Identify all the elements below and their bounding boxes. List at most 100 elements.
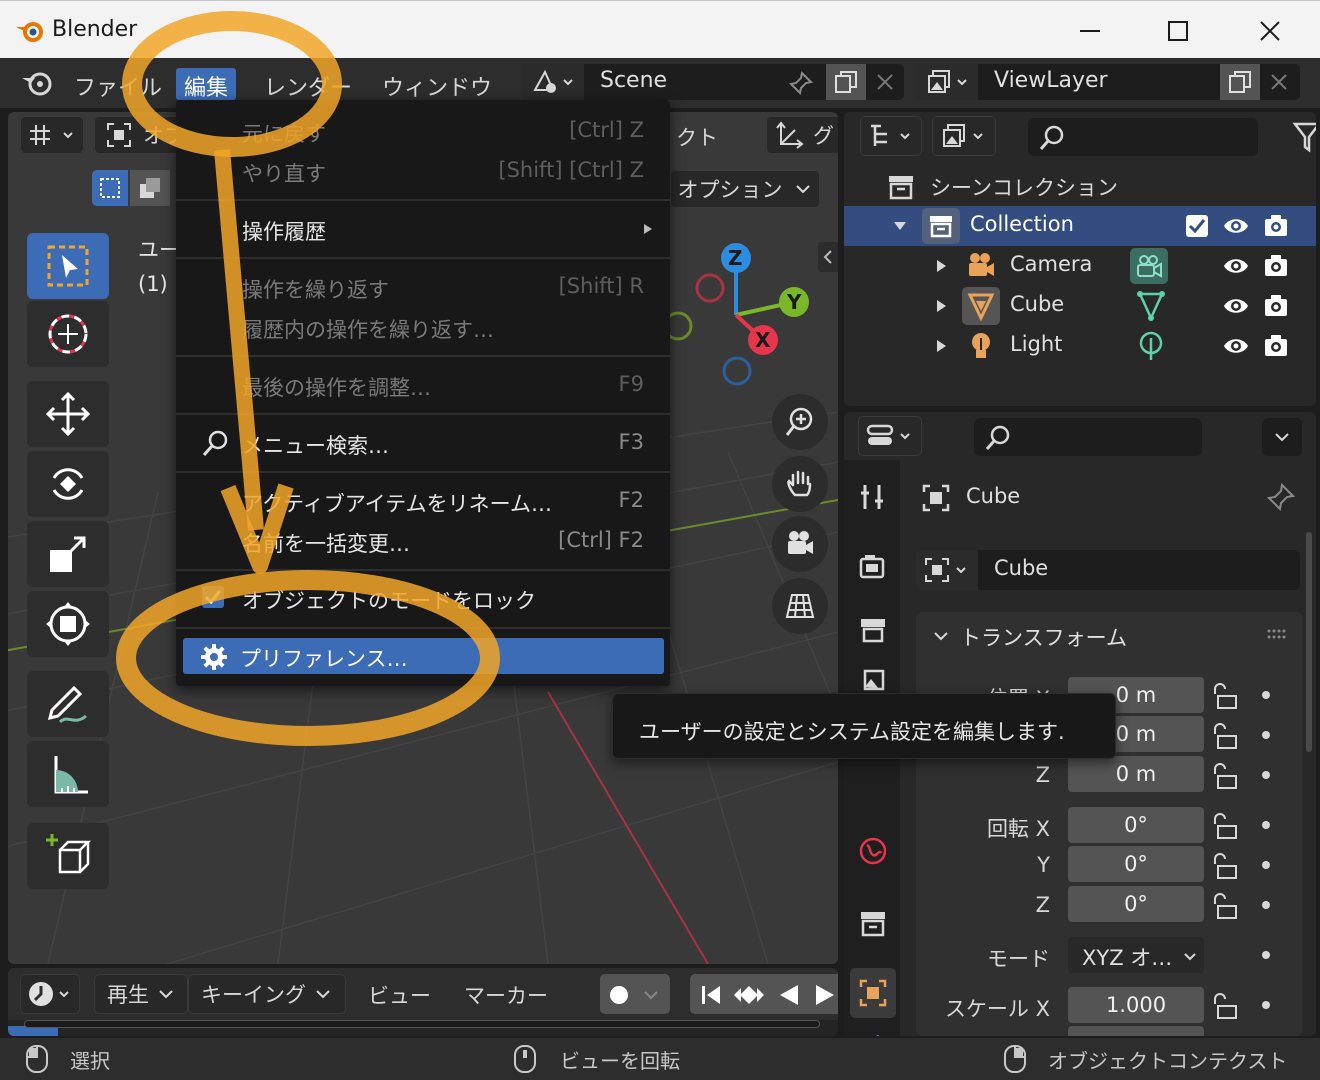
keyframe-dot[interactable] [1262,731,1270,739]
view-layer-browse-button[interactable] [916,64,978,100]
view-layer-selector[interactable]: ViewLayer [916,64,1300,100]
tab-modifiers[interactable] [850,1022,896,1036]
timeline-scrubber[interactable] [8,1020,838,1036]
timeline-view-menu[interactable]: ビュー [368,980,431,1010]
select-mode-extend-button[interactable] [130,170,170,206]
menu-item-redo[interactable]: やり直す [Shift] [Ctrl] Z [176,150,670,190]
header-menu-object-fragment[interactable]: クト [676,122,718,152]
expand-down-icon[interactable] [892,218,908,234]
menu-window[interactable]: ウィンドウ [374,68,500,101]
keyframe-dot[interactable] [1262,861,1270,869]
options-dropdown[interactable]: オプション [670,170,820,208]
transform-panel-header[interactable]: トランスフォーム [916,612,1302,658]
expand-right-icon[interactable] [934,258,948,274]
tool-transform[interactable] [27,591,109,657]
sidebar-toggle[interactable] [818,242,838,272]
menu-item-rename-active[interactable]: アクティブアイテムをリネーム… F2 [176,480,670,520]
camera-view-button[interactable] [772,516,828,572]
scale-x-field[interactable]: 1.000 [1068,987,1204,1023]
tool-select-box[interactable] [27,233,109,299]
new-scene-button[interactable] [826,64,866,100]
render-camera-icon[interactable] [1262,252,1290,280]
expand-right-icon[interactable] [934,298,948,314]
pin-icon[interactable] [788,70,814,96]
tool-scale[interactable] [27,521,109,587]
keyframe-dot[interactable] [1262,691,1270,699]
tool-measure[interactable] [27,741,109,807]
properties-scrollbar[interactable] [1306,532,1312,752]
minimize-button[interactable] [1060,9,1120,53]
tool-annotate[interactable] [27,671,109,737]
new-view-layer-button[interactable] [1220,64,1260,100]
display-mode-dropdown[interactable] [932,116,996,156]
drag-handle-icon[interactable] [1266,628,1288,640]
timeline-marker-menu[interactable]: マーカー [464,980,548,1010]
eye-icon[interactable] [1222,214,1250,238]
lock-icon[interactable] [1212,722,1240,750]
menu-item-preferences[interactable]: プリファレンス… [183,638,664,674]
jump-keyframe-icon[interactable] [732,982,766,1008]
play-icon[interactable] [812,982,838,1008]
delete-scene-icon[interactable] [876,73,894,91]
render-camera-icon[interactable] [1262,212,1290,240]
menu-render[interactable]: レンダー [256,68,360,101]
playback-dropdown[interactable]: 再生 [94,974,188,1014]
blender-menu-icon[interactable] [20,68,54,98]
tab-output[interactable] [850,604,896,654]
scale-y-field-partial[interactable] [1068,1026,1204,1036]
tool-add-cube[interactable] [27,823,109,889]
menu-item-undo-history[interactable]: 操作履歴 [176,208,670,248]
lock-icon[interactable] [1212,812,1240,840]
location-z-field[interactable]: 0 m [1068,756,1204,792]
properties-options-dropdown[interactable] [1262,418,1302,456]
menu-item-batch-rename[interactable]: 名前を一括変更… [Ctrl] F2 [176,520,670,560]
menu-item-menu-search[interactable]: メニュー検索… F3 [176,422,670,462]
editor-type-button[interactable] [20,116,84,154]
light-data-icon[interactable] [1136,330,1166,362]
properties-editor-type[interactable] [858,416,922,456]
auto-keying-toggle[interactable] [600,974,670,1014]
lock-modes-checkbox[interactable] [202,586,224,608]
rotation-x-field[interactable]: 0° [1068,807,1204,843]
lock-icon[interactable] [1212,892,1240,920]
mesh-data-icon[interactable] [1136,290,1166,322]
properties-search-input[interactable] [974,418,1202,456]
zoom-button[interactable] [772,394,828,450]
outliner-search-input[interactable] [1028,118,1258,156]
keyframe-dot[interactable] [1262,821,1270,829]
eye-icon[interactable] [1222,334,1250,358]
delete-view-layer-icon[interactable] [1270,73,1288,91]
outliner-row-collection[interactable]: Collection [844,206,1316,246]
lock-icon[interactable] [1212,682,1240,710]
tab-collection[interactable] [850,898,896,948]
keying-dropdown[interactable]: キーイング [188,974,346,1014]
outliner-editor-type[interactable] [860,116,922,156]
outliner-row-cube[interactable]: Cube [844,286,1316,326]
outliner-row-light[interactable]: Light [844,326,1316,366]
select-mode-new-button[interactable] [92,170,128,206]
menu-item-repeat-history[interactable]: 履歴内の操作を繰り返す… [176,306,670,346]
close-button[interactable] [1240,9,1300,53]
jump-start-icon[interactable] [698,982,724,1008]
tab-tool[interactable] [850,472,896,522]
perspective-toggle-button[interactable] [772,578,828,634]
lock-icon[interactable] [1212,852,1240,880]
tab-object[interactable] [850,968,896,1018]
menu-item-adjust-last[interactable]: 最後の操作を調整… F9 [176,364,670,404]
object-name-field[interactable]: Cube [916,550,1300,590]
menu-item-undo[interactable]: 元に戻す [Ctrl] Z [176,110,670,150]
object-browse-button[interactable] [916,550,978,590]
menu-file[interactable]: ファイル [66,68,170,101]
menu-item-lock-object-modes[interactable]: オブジェクトのモードをロック [176,577,670,617]
timeline-scrollbar[interactable] [24,1020,820,1028]
keyframe-dot[interactable] [1262,1001,1270,1009]
eye-icon[interactable] [1222,254,1250,278]
scene-selector[interactable]: Scene [522,64,904,100]
tool-move[interactable] [27,381,109,447]
pan-button[interactable] [772,456,828,512]
lock-icon[interactable] [1212,992,1240,1020]
menu-edit[interactable]: 編集 [176,68,237,101]
expand-right-icon[interactable] [934,338,948,354]
render-camera-icon[interactable] [1262,332,1290,360]
menu-item-repeat-last[interactable]: 操作を繰り返す [Shift] R [176,266,670,306]
